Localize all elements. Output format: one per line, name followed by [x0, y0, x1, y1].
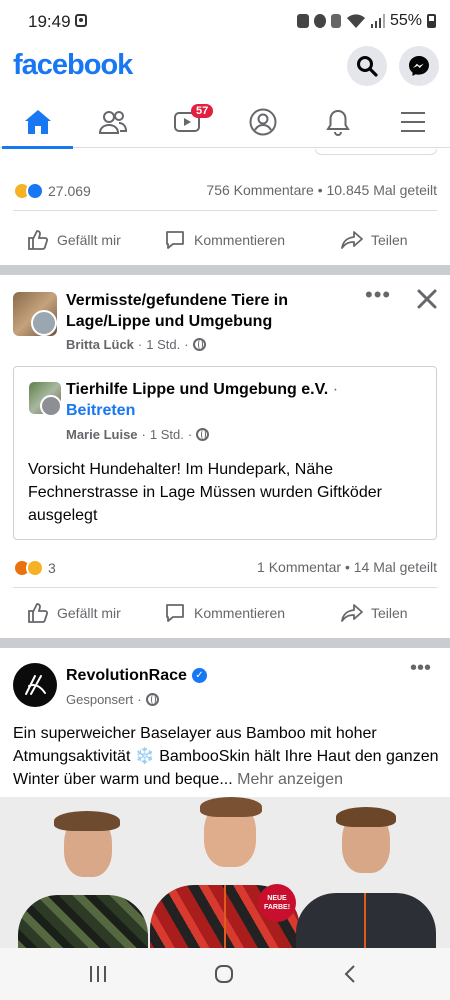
ad-post-text: Ein superweicher Baselayer aus Bamboo mi… [13, 725, 439, 788]
share-icon [341, 604, 363, 622]
recent-apps-icon [90, 966, 106, 982]
shared-group-name[interactable]: Tierhilfe Lippe und Umgebung e.V. [66, 381, 328, 398]
friends-icon [98, 111, 127, 134]
back-button[interactable] [342, 964, 358, 984]
see-more-link[interactable]: Mehr anzeigen [237, 771, 343, 788]
share-button[interactable]: Teilen [341, 589, 408, 637]
post-stats[interactable]: 1 Kommentar • 14 Mal geteilt [257, 559, 437, 575]
messenger-button[interactable] [399, 46, 439, 86]
shared-time[interactable]: 1 Std. [150, 427, 184, 442]
wifi-icon [346, 14, 365, 28]
system-nav-bar [0, 948, 450, 1000]
comment-button[interactable]: Kommentieren [164, 216, 285, 264]
model-left [18, 811, 148, 948]
globe-icon [192, 338, 206, 351]
signal-icon [370, 14, 385, 28]
tab-friends[interactable] [75, 96, 150, 148]
home-icon [24, 110, 51, 134]
tab-profile[interactable] [225, 96, 300, 148]
group-post-header [13, 292, 57, 336]
search-icon [357, 56, 378, 77]
post-author[interactable]: Britta Lück [66, 337, 134, 352]
model-right [296, 807, 436, 948]
group-name[interactable]: Vermisste/gefundene Tiere in Lage/Lippe … [66, 290, 366, 332]
tab-home[interactable] [0, 96, 75, 149]
home-circle-icon [215, 965, 233, 983]
more-options-button[interactable]: ••• [365, 284, 390, 308]
watch-badge: 57 [191, 104, 214, 118]
main-nav: 57 [0, 96, 450, 149]
share-button[interactable]: Teilen [341, 216, 408, 264]
alarm-icon [313, 14, 326, 28]
shared-author[interactable]: Marie Luise [66, 427, 138, 442]
mute-icon [330, 14, 341, 28]
more-icon: ••• [365, 282, 392, 307]
cropped-previous-content [315, 149, 437, 155]
comment-button[interactable]: Kommentieren [164, 589, 285, 637]
globe-icon [145, 693, 159, 706]
new-color-sticker: NEUE FARBE! [258, 884, 296, 922]
thumbs-up-icon [28, 603, 49, 623]
battery-icon [427, 14, 436, 28]
shared-group-avatar[interactable] [29, 382, 62, 417]
group-post-reactions: 3 1 Kommentar • 14 Mal geteilt [13, 548, 437, 588]
group-post-actions: Gefällt mir Kommentieren Teilen [0, 589, 450, 637]
messenger-icon [409, 56, 429, 76]
join-group-link[interactable]: Beitreten [66, 400, 426, 421]
screenshot-notification-icon [75, 14, 87, 27]
reaction-count[interactable]: 3 [48, 560, 56, 576]
status-bar: 19:49 55% [0, 0, 450, 44]
search-button[interactable] [347, 46, 387, 86]
sponsored-label[interactable]: Gesponsert [66, 692, 133, 707]
tab-notifications[interactable] [300, 96, 375, 148]
status-icons: 55% [296, 12, 436, 30]
share-icon [341, 231, 363, 249]
post-stats[interactable]: 756 Kommentare • 10.845 Mal geteilt [206, 182, 437, 198]
battery-percent: 55% [389, 12, 422, 29]
sad-reaction-icon [26, 559, 44, 577]
status-time: 19:49 [28, 12, 71, 31]
advertiser-name[interactable]: RevolutionRace [66, 665, 187, 686]
like-button[interactable]: Gefällt mir [27, 589, 121, 637]
shared-post[interactable]: Tierhilfe Lippe und Umgebung e.V. · Beit… [13, 366, 437, 540]
more-options-button[interactable]: ••• [410, 658, 431, 678]
profile-icon [249, 108, 276, 136]
like-reaction-icon [26, 182, 44, 200]
back-icon [344, 965, 355, 983]
ad-avatar[interactable] [13, 663, 57, 707]
feed-divider [0, 638, 450, 648]
author-avatar[interactable] [31, 310, 57, 336]
bell-icon [325, 109, 350, 136]
top-post-reactions: 27.069 756 Kommentare • 10.845 Mal getei… [13, 171, 437, 211]
more-icon: ••• [410, 657, 432, 679]
tab-watch[interactable]: 57 [150, 96, 225, 148]
verified-icon: ✓ [191, 668, 207, 683]
like-button[interactable]: Gefällt mir [27, 216, 121, 264]
group-avatar[interactable] [13, 292, 57, 336]
shared-post-text: Vorsicht Hundehalter! Im Hundepark, Nähe… [28, 461, 382, 524]
globe-icon [196, 428, 210, 441]
home-system-button[interactable] [214, 964, 234, 984]
shared-author-avatar[interactable] [40, 395, 62, 417]
app-header: facebook [0, 44, 450, 92]
comment-icon [166, 604, 184, 622]
close-icon [417, 289, 437, 309]
comment-icon [166, 231, 184, 249]
hide-post-button[interactable] [416, 288, 440, 312]
ad-image[interactable]: NEUE FARBE! [0, 797, 450, 948]
model-center [150, 797, 300, 948]
facebook-logo[interactable]: facebook [13, 49, 133, 82]
feed-divider [0, 265, 450, 275]
revolutionrace-logo-icon [25, 675, 46, 695]
recent-apps-button[interactable] [88, 965, 108, 983]
lock-icon [296, 14, 309, 28]
top-post-actions: Gefällt mir Kommentieren Teilen [0, 216, 450, 264]
tab-menu[interactable] [375, 96, 450, 148]
thumbs-up-icon [28, 230, 49, 250]
menu-icon [400, 112, 425, 132]
reaction-count[interactable]: 27.069 [48, 183, 91, 199]
group-post-title: Vermisste/gefundene Tiere in Lage/Lippe … [66, 290, 366, 352]
post-time[interactable]: 1 Std. [146, 337, 180, 352]
